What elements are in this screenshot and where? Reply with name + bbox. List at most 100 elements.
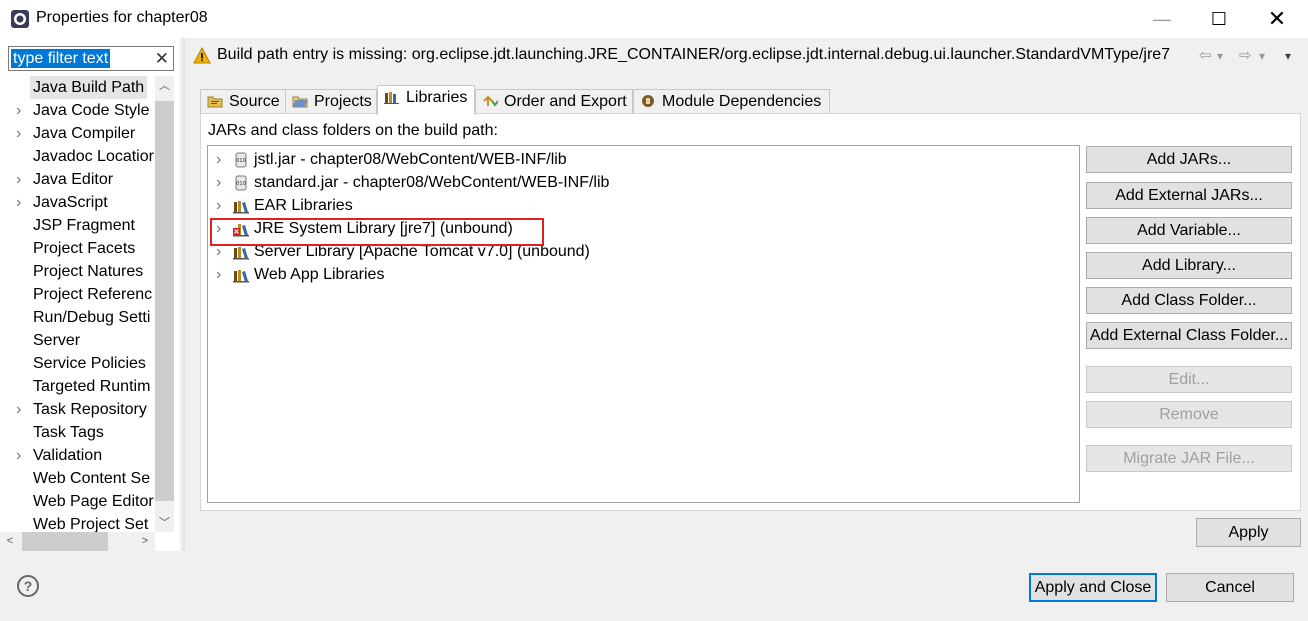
module-dependencies-icon [642, 95, 654, 107]
tree-item[interactable]: Web Page Editor [0, 490, 155, 513]
filter-input[interactable]: type filter text ✕ [8, 46, 174, 71]
close-button[interactable]: ✕ [1250, 0, 1304, 38]
window-title: Properties for chapter08 [36, 9, 208, 26]
expand-chevron-icon[interactable]: › [216, 171, 221, 194]
tree-item[interactable]: Web Project Set [0, 513, 155, 532]
scroll-right-icon[interactable]: > [135, 532, 155, 551]
jar-icon: 010 [233, 152, 249, 168]
tab-order-and-export[interactable]: Order and Export [475, 89, 633, 114]
forward-icon[interactable]: ⇨ [1239, 46, 1252, 64]
tab-label: Order and Export [504, 93, 627, 110]
build-path-entry[interactable]: › Server Library [Apache Tomcat v7.0] (un… [208, 240, 1068, 263]
tree-item[interactable]: › Task Repository [0, 398, 155, 421]
minimize-button[interactable]: — [1135, 0, 1189, 38]
scroll-thumb[interactable] [22, 532, 108, 551]
clear-filter-icon[interactable]: ✕ [155, 47, 169, 70]
tree-vertical-scrollbar[interactable]: ︿ ﹀ [155, 76, 174, 532]
svg-text:010: 010 [236, 181, 246, 187]
tree-item[interactable]: Javadoc Locatior [0, 145, 155, 168]
tree-item-label: Web Page Editor [33, 493, 154, 510]
cancel-button[interactable]: Cancel [1166, 573, 1294, 602]
tab-source[interactable]: Source [200, 89, 286, 114]
tree-item-label: Java Editor [33, 171, 114, 188]
tree-item[interactable]: › Java Compiler [0, 122, 155, 145]
expand-chevron-icon[interactable]: › [16, 191, 21, 214]
build-path-entry[interactable]: › EAR Libraries [208, 194, 1068, 217]
apply-and-close-button[interactable]: Apply and Close [1029, 573, 1157, 602]
tree-item-label: JSP Fragment [33, 217, 135, 234]
expand-chevron-icon[interactable]: › [216, 217, 221, 240]
help-icon[interactable]: ? [17, 575, 39, 597]
expand-chevron-icon[interactable]: › [16, 168, 21, 191]
tree-item[interactable]: › Java Code Style [0, 99, 155, 122]
tree-item[interactable]: Project Referenc [0, 283, 155, 306]
back-icon[interactable]: ⇦ [1199, 46, 1212, 64]
edit-button[interactable]: Edit... [1086, 366, 1292, 393]
tab-libraries[interactable]: Libraries [377, 85, 475, 115]
filter-text[interactable]: type filter text [11, 49, 111, 68]
tab-module-dependencies[interactable]: Module Dependencies [633, 89, 830, 114]
migrate-jar-button[interactable]: Migrate JAR File... [1086, 445, 1292, 472]
expand-chevron-icon[interactable]: › [216, 194, 221, 217]
tree-item[interactable]: Run/Debug Setti [0, 306, 155, 329]
scroll-left-icon[interactable]: < [0, 532, 20, 551]
scroll-down-icon[interactable]: ﹀ [155, 513, 174, 533]
expand-chevron-icon[interactable]: › [216, 263, 221, 286]
tree-item-label: Validation [33, 447, 103, 464]
tree-item-label: Targeted Runtim [33, 378, 151, 395]
title-bar: Properties for chapter08 — ☐ ✕ [0, 0, 1308, 38]
add-external-class-folder-button[interactable]: Add External Class Folder... [1086, 322, 1292, 349]
tree-item[interactable]: JSP Fragment [0, 214, 155, 237]
add-external-jars-button[interactable]: Add External JARs... [1086, 182, 1292, 209]
tree-item-label: Project Natures [33, 263, 144, 280]
tree-item-label: Java Compiler [33, 125, 136, 142]
expand-chevron-icon[interactable]: › [16, 122, 21, 145]
tree-item[interactable]: Web Content Se [0, 467, 155, 490]
expand-chevron-icon[interactable]: › [16, 398, 21, 421]
library-icon [233, 267, 249, 283]
scroll-thumb[interactable] [155, 101, 174, 501]
tree-item[interactable]: Service Policies [0, 352, 155, 375]
tree-item-label: Javadoc Locatior [33, 148, 154, 165]
back-dropdown-icon[interactable]: ▾ [1217, 49, 1223, 63]
tab-projects[interactable]: Projects [285, 89, 377, 114]
tree-item-label: Task Repository [33, 401, 147, 418]
expand-chevron-icon[interactable]: › [216, 148, 221, 171]
expand-chevron-icon[interactable]: › [16, 99, 21, 122]
add-library-button[interactable]: Add Library... [1086, 252, 1292, 279]
expand-chevron-icon[interactable]: › [216, 240, 221, 263]
tree-item-label: Run/Debug Setti [33, 309, 151, 326]
maximize-button[interactable]: ☐ [1192, 0, 1246, 38]
tree-item[interactable]: Server [0, 329, 155, 352]
view-menu-icon[interactable]: ▾ [1285, 49, 1291, 63]
add-variable-button[interactable]: Add Variable... [1086, 217, 1292, 244]
pane-divider[interactable] [183, 38, 185, 551]
add-class-folder-button[interactable]: Add Class Folder... [1086, 287, 1292, 314]
tree-item-label: Service Policies [33, 355, 146, 372]
tree-item[interactable]: Project Natures [0, 260, 155, 283]
scroll-up-icon[interactable]: ︿ [155, 76, 174, 96]
expand-chevron-icon[interactable]: › [16, 444, 21, 467]
remove-button[interactable]: Remove [1086, 401, 1292, 428]
tree-item-label: Task Tags [33, 424, 104, 441]
tree-item[interactable]: › Java Editor [0, 168, 155, 191]
tree-item[interactable]: Java Build Path [0, 76, 155, 99]
build-path-entry[interactable]: › JRE System Library [jre7] (unbound) [208, 217, 1068, 240]
build-path-entries-list[interactable]: › 010 jstl.jar - chapter08/WebContent/WEB-… [207, 145, 1080, 503]
forward-dropdown-icon[interactable]: ▾ [1259, 49, 1265, 63]
build-path-entry[interactable]: › 010 jstl.jar - chapter08/WebContent/WEB-… [208, 148, 1068, 171]
build-path-entry[interactable]: › 010 standard.jar - chapter08/WebContent/… [208, 171, 1068, 194]
tree-item[interactable]: › JavaScript [0, 191, 155, 214]
add-jars-button[interactable]: Add JARs... [1086, 146, 1292, 173]
tree-item[interactable]: › Validation [0, 444, 155, 467]
apply-button[interactable]: Apply [1196, 518, 1301, 547]
entry-label: Web App Libraries [254, 266, 385, 283]
build-path-entry[interactable]: › Web App Libraries [208, 263, 1068, 286]
tree-horizontal-scrollbar[interactable]: < > [0, 532, 155, 551]
eclipse-app-icon [11, 10, 29, 28]
library-error-icon [233, 221, 249, 237]
tree-item-label: JavaScript [33, 194, 108, 211]
tree-item[interactable]: Project Facets [0, 237, 155, 260]
tree-item[interactable]: Targeted Runtim [0, 375, 155, 398]
tree-item[interactable]: Task Tags [0, 421, 155, 444]
